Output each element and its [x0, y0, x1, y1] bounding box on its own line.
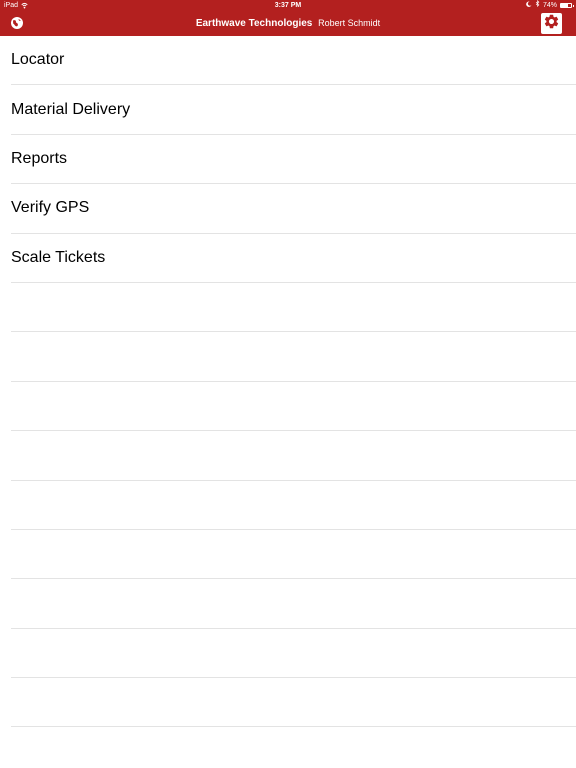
empty-row	[11, 530, 576, 580]
empty-row	[11, 332, 576, 382]
empty-row	[11, 431, 576, 481]
empty-row	[11, 283, 576, 333]
empty-row	[11, 727, 576, 768]
nav-title: Earthwave Technologies Robert Schmidt	[0, 11, 576, 36]
status-right: 74%	[526, 0, 574, 11]
menu-item-label: Locator	[11, 51, 65, 69]
bluetooth-icon	[535, 0, 540, 11]
moon-icon	[526, 0, 532, 11]
menu-list: Locator Material Delivery Reports Verify…	[0, 36, 576, 768]
empty-row	[11, 629, 576, 679]
organization-name: Earthwave Technologies	[195, 18, 313, 29]
user-name: Robert Schmidt	[318, 18, 381, 28]
empty-row	[11, 678, 576, 728]
battery-nub	[573, 5, 574, 7]
status-bar: iPad 3:37 PM 74%	[0, 0, 576, 11]
menu-item-verify-gps[interactable]: Verify GPS	[11, 184, 576, 234]
battery-icon	[560, 3, 574, 8]
menu-item-label: Reports	[11, 149, 68, 167]
empty-row	[11, 579, 576, 629]
empty-row	[11, 382, 576, 432]
settings-button[interactable]	[541, 13, 562, 34]
app-header: iPad 3:37 PM 74% Earthwave Technologies …	[0, 0, 576, 36]
menu-item-label: Scale Tickets	[11, 248, 106, 266]
gear-icon	[543, 13, 560, 35]
nav-bar: Earthwave Technologies Robert Schmidt	[0, 11, 576, 36]
menu-item-material-delivery[interactable]: Material Delivery	[11, 85, 576, 135]
app-root: iPad 3:37 PM 74% Earthwave Technologies …	[0, 0, 576, 768]
menu-item-reports[interactable]: Reports	[11, 135, 576, 185]
battery-percent: 74%	[542, 2, 557, 9]
menu-item-scale-tickets[interactable]: Scale Tickets	[11, 234, 576, 283]
empty-row	[11, 481, 576, 530]
menu-item-locator[interactable]: Locator	[11, 36, 576, 86]
menu-item-label: Material Delivery	[11, 100, 131, 118]
menu-item-label: Verify GPS	[11, 199, 90, 217]
battery-fill	[561, 4, 569, 7]
status-time: 3:37 PM	[274, 2, 302, 9]
